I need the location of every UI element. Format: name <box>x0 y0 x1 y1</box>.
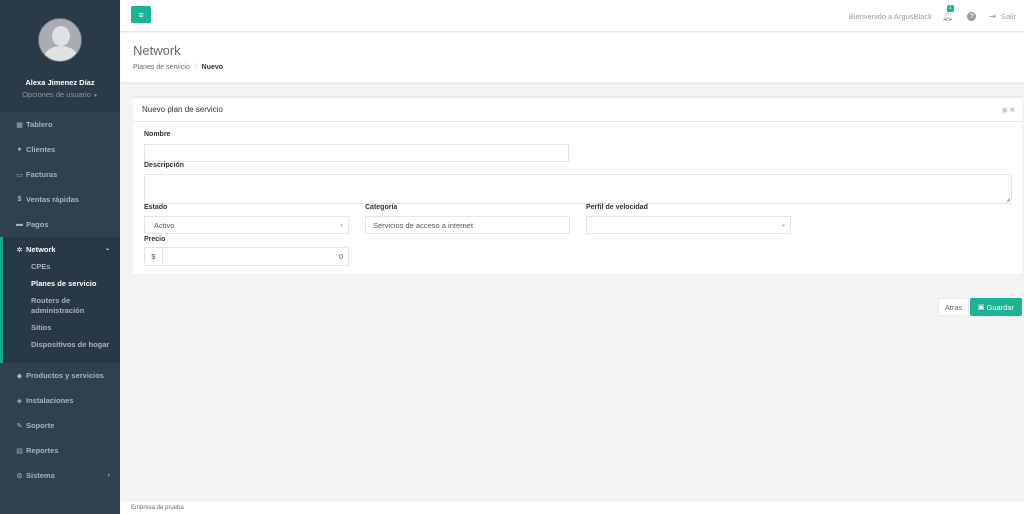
hamburger-icon: ≡ <box>138 9 144 20</box>
logout-button[interactable]: ⇥ Salir <box>989 12 1016 21</box>
panel-title: Nuevo plan de servicio <box>142 105 223 114</box>
nombre-input[interactable] <box>144 144 569 162</box>
sidebar-item-network: ✲ Network ⌄ CPEs Planes de servicio Rout… <box>0 237 120 363</box>
report-icon: ▤ <box>16 447 23 455</box>
sidebar-item-label: Network <box>26 245 56 254</box>
notifications-button[interactable]: 🔔︎ 1 <box>941 4 954 22</box>
sidebar-item-label: Tablero <box>26 120 53 129</box>
user-name: Alexa Jimenez Díaz <box>25 78 95 87</box>
sidebar-item-label: Instalaciones <box>26 396 74 405</box>
user-options-dropdown[interactable]: Opciones de usuario ▼ <box>0 90 120 99</box>
submenu-item-routers[interactable]: Routers de administración <box>3 296 120 316</box>
breadcrumb: Planes de servicio / Nuevo <box>133 64 223 71</box>
sidebar-item-facturas[interactable]: ▭ Facturas <box>0 162 120 187</box>
topbar: ≡ Bienvenido a ArgusBlack 🔔︎ 1 ? ⇥ Salir <box>120 0 1024 32</box>
sidebar-item-label: Productos y servicios <box>26 371 104 380</box>
chevron-down-icon: ⌄ <box>338 222 344 228</box>
network-submenu: CPEs Planes de servicio Routers de admin… <box>3 262 120 363</box>
sidebar-network-toggle[interactable]: ✲ Network ⌄ <box>3 237 120 262</box>
tools-icon: ◈ <box>16 397 23 405</box>
page-heading: Network Planes de servicio / Nuevo <box>120 33 1024 83</box>
sidebar-item-clientes[interactable]: ● Clientes <box>0 137 120 162</box>
categoria-input[interactable]: Servicios de acceso a internet <box>365 216 570 234</box>
panel-header: Nuevo plan de servicio ▣ ✖ <box>133 98 1022 122</box>
welcome-text: Bienvenido a ArgusBlack <box>848 11 932 21</box>
logout-label: Salir <box>1000 11 1016 21</box>
submenu-item-dispositivos-hogar[interactable]: Dispositivos de hogar <box>3 340 120 350</box>
page-title: Network <box>133 43 181 58</box>
sidebar-item-label: Pagos <box>26 220 49 229</box>
perfil-label: Perfil de velocidad <box>586 204 648 211</box>
panel-tools: ▣ ✖ <box>1002 106 1015 114</box>
chevron-down-icon: ⌄ <box>780 222 786 228</box>
chevron-down-icon: ⌄ <box>104 246 110 252</box>
sidebar-item-tablero[interactable]: ▦ Tablero <box>0 112 120 137</box>
help-icon[interactable]: ? <box>967 11 977 21</box>
form-panel: Nuevo plan de servicio ▣ ✖ Nombre Descri… <box>133 96 1022 274</box>
back-button[interactable]: Atras <box>938 298 969 316</box>
users-icon: ● <box>17 146 22 153</box>
sidebar-item-sistema[interactable]: ⚙ Sistema ‹ <box>0 463 120 488</box>
breadcrumb-current: Nuevo <box>201 64 224 71</box>
estado-value: Activo <box>154 220 175 230</box>
precio-input[interactable]: 0 <box>162 247 349 266</box>
estado-label: Estado <box>144 204 168 211</box>
chevron-left-icon: ‹ <box>107 472 110 479</box>
menu-toggle-button[interactable]: ≡ <box>131 6 151 23</box>
user-profile: Alexa Jimenez Díaz Opciones de usuario ▼ <box>0 0 120 112</box>
sidebar: Alexa Jimenez Díaz Opciones de usuario ▼… <box>0 0 120 514</box>
topbar-right: Bienvenido a ArgusBlack 🔔︎ 1 ? ⇥ Salir <box>849 0 1016 32</box>
gears-icon: ⚙ <box>16 472 23 480</box>
collapse-icon[interactable]: ▣ <box>1002 107 1008 114</box>
avatar[interactable] <box>38 18 82 62</box>
sidebar-item-label: Facturas <box>26 170 58 179</box>
sidebar-item-pagos[interactable]: ▬ Pagos <box>0 212 120 237</box>
save-button[interactable]: ▣ Guardar <box>970 298 1022 316</box>
sidebar-item-ventas-rapidas[interactable]: $ Ventas rápidas <box>0 187 120 212</box>
file-icon: ▭ <box>16 171 23 179</box>
close-icon[interactable]: ✖ <box>1010 107 1015 114</box>
dollar-icon: $ <box>17 196 22 203</box>
nombre-label: Nombre <box>144 131 171 138</box>
network-icon: ✲ <box>16 246 23 254</box>
sidebar-item-reportes[interactable]: ▤ Reportes <box>0 438 120 463</box>
breadcrumb-parent[interactable]: Planes de servicio <box>133 64 190 71</box>
sidebar-item-instalaciones[interactable]: ◈ Instalaciones <box>0 388 120 413</box>
estado-select[interactable]: Activo ⌄ <box>144 216 349 234</box>
caret-down-icon: ▼ <box>92 93 98 99</box>
wrench-icon: ✎ <box>16 422 23 430</box>
submenu-item-planes-de-servicio[interactable]: Planes de servicio <box>3 279 120 289</box>
submenu-item-sitios[interactable]: Sitios <box>3 323 120 333</box>
categoria-label: Categoría <box>365 204 398 211</box>
floppy-icon: ▣ <box>977 304 985 311</box>
sidebar-item-label: Soporte <box>26 421 55 430</box>
sidebar-item-productos[interactable]: ◆ Productos y servicios <box>0 363 120 388</box>
user-options-label: Opciones de usuario <box>22 90 91 99</box>
breadcrumb-separator: / <box>194 64 197 71</box>
resize-handle-icon[interactable]: ◢ <box>1006 197 1010 203</box>
perfil-select[interactable]: ⌄ <box>586 216 791 234</box>
dashboard-icon: ▦ <box>16 121 23 129</box>
save-label: Guardar <box>986 302 1015 312</box>
sidebar-item-label: Sistema <box>26 471 55 480</box>
sign-out-icon: ⇥ <box>989 11 996 21</box>
descripcion-textarea[interactable]: ◢ <box>144 174 1012 204</box>
sidebar-nav: ▦ Tablero ● Clientes ▭ Facturas $ Ventas… <box>0 112 120 488</box>
money-icon: ▬ <box>16 221 23 228</box>
tag-icon: ◆ <box>16 372 23 380</box>
sidebar-item-soporte[interactable]: ✎ Soporte <box>0 413 120 438</box>
bell-icon: 🔔︎ <box>941 10 954 21</box>
submenu-item-cpes[interactable]: CPEs <box>3 262 120 272</box>
currency-addon: $ <box>144 247 163 266</box>
sidebar-item-label: Ventas rápidas <box>26 195 79 204</box>
precio-label: Precio <box>144 236 166 243</box>
footer-company: Empresa de prueba <box>131 504 184 511</box>
descripcion-label: Descripción <box>144 162 185 169</box>
notification-badge: 1 <box>946 4 954 12</box>
footer: Empresa de prueba <box>120 500 1024 514</box>
sidebar-item-label: Clientes <box>26 145 56 154</box>
sidebar-item-label: Reportes <box>26 446 59 455</box>
